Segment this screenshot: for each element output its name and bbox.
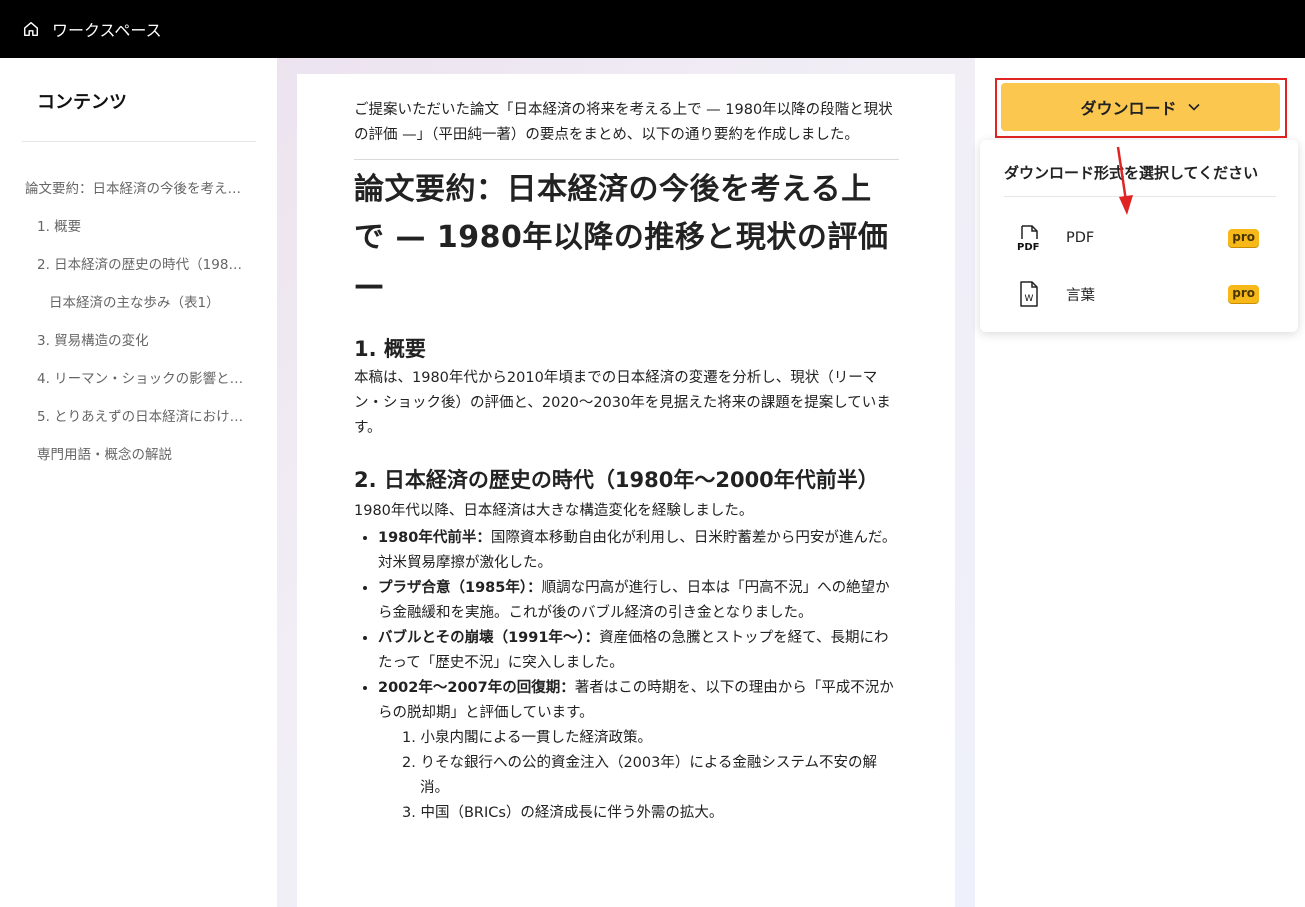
toc-item-history[interactable]: 2. 日本経済の歴史の時代（1980… (0, 246, 250, 284)
toc-item-summary-title[interactable]: 論文要約：日本経済の今後を考え… (0, 170, 250, 208)
bullet-term: 1980年代前半： (378, 530, 491, 546)
download-option-pdf[interactable]: PDF PDF pro (1004, 218, 1276, 258)
pdf-option-label: PDF (1066, 230, 1095, 246)
history-bullet-list: 1980年代前半：国際資本移動自由化が利用し、日米貯蓄差から円安が進んだ。対米貿… (354, 526, 899, 826)
toc-item-table1[interactable]: 日本経済の主な歩み（表1） (0, 284, 250, 322)
section1-body: 本稿は、1980年代から2010年頃までの日本経済の変遷を分析し、現状（リーマン… (354, 370, 891, 436)
toc-item-trade[interactable]: 3. 貿易構造の変化 (0, 322, 250, 360)
svg-text:PDF: PDF (1017, 242, 1039, 253)
contents-sidebar: コンテンツ 論文要約：日本経済の今後を考え… 1. 概要 2. 日本経済の歴史の… (0, 58, 277, 907)
pdf-file-icon: PDF (1017, 225, 1039, 253)
top-bar: ワークスペース (0, 0, 1305, 58)
list-item: バブルとその崩壊（1991年〜）：資産価格の急騰とストップを経て、長期にわたって… (378, 626, 899, 676)
chevron-down-icon (1187, 103, 1200, 111)
list-item: 3. 中国（BRICs）の経済成長に伴う外需の拡大。 (402, 805, 724, 821)
toc-item-overview[interactable]: 1. 概要 (0, 208, 250, 246)
pro-badge: pro (1228, 229, 1259, 247)
sidebar-heading: コンテンツ (37, 92, 127, 113)
bullet-term: 2002年〜2007年の回復期： (378, 680, 575, 696)
download-button-label: ダウンロード (1080, 99, 1177, 118)
bullet-term: プラザ合意（1985年）： (378, 580, 542, 596)
svg-text:W: W (1025, 294, 1034, 304)
recovery-reasons-list: 1. 小泉内閣による一貫した経済政策。 2. りそな銀行への公的資金注入（200… (378, 726, 899, 826)
document-page: ご提案いただいた論文「日本経済の将来を考える上で — 1980年以降の段階と現状… (297, 74, 955, 907)
annotation-arrow (1116, 146, 1133, 215)
sidebar-divider (22, 141, 256, 142)
workspace-link[interactable]: ワークスペース (22, 17, 162, 41)
table-of-contents: 論文要約：日本経済の今後を考え… 1. 概要 2. 日本経済の歴史の時代（198… (0, 170, 277, 474)
section2-heading: 2. 日本経済の歴史の時代（1980年〜2000年代前半） (354, 468, 879, 492)
toc-item-lehman[interactable]: 4. リーマン・ショックの影響と… (0, 360, 250, 398)
toc-item-current[interactable]: 5. とりあえずの日本経済におけ… (0, 398, 250, 436)
list-item: 2. りそな銀行への公的資金注入（2003年）による金融システム不安の解消。 (402, 755, 877, 796)
pro-badge: pro (1228, 285, 1259, 303)
download-option-word[interactable]: W 言葉 pro (1004, 274, 1276, 314)
bullet-term: バブルとその崩壊（1991年〜）： (378, 630, 600, 646)
intro-paragraph: ご提案いただいた論文「日本経済の将来を考える上で — 1980年以降の段階と現状… (354, 102, 893, 143)
workspace-label: ワークスペース (52, 21, 162, 40)
word-file-icon: W (1020, 281, 1038, 307)
list-item: プラザ合意（1985年）：順調な円高が進行し、日本は「円高不況」への絶望から金融… (378, 576, 899, 626)
word-option-label: 言葉 (1066, 287, 1095, 304)
list-item: 1. 小泉内閣による一貫した経済政策。 (402, 730, 653, 746)
toc-item-glossary[interactable]: 専門用語・概念の解説 (0, 436, 250, 474)
section1-heading: 1. 概要 (354, 337, 426, 361)
document-title: 論文要約：日本経済の今後を考える上で — 1980年以降の推移と現状の評価 — (354, 172, 889, 303)
section2-lead: 1980年代以降、日本経済は大きな構造変化を経験しました。 (354, 503, 754, 519)
intro-divider (354, 159, 899, 160)
download-menu-divider (1004, 196, 1276, 197)
document-content: ご提案いただいた論文「日本経済の将来を考える上で — 1980年以降の段階と現状… (354, 98, 899, 826)
home-icon (23, 21, 39, 37)
download-button[interactable]: ダウンロード (1001, 83, 1280, 131)
list-item: 2002年〜2007年の回復期：著者はこの時期を、以下の理由から「平成不況からの… (378, 676, 899, 826)
list-item: 1980年代前半：国際資本移動自由化が利用し、日米貯蓄差から円安が進んだ。対米貿… (378, 526, 899, 576)
